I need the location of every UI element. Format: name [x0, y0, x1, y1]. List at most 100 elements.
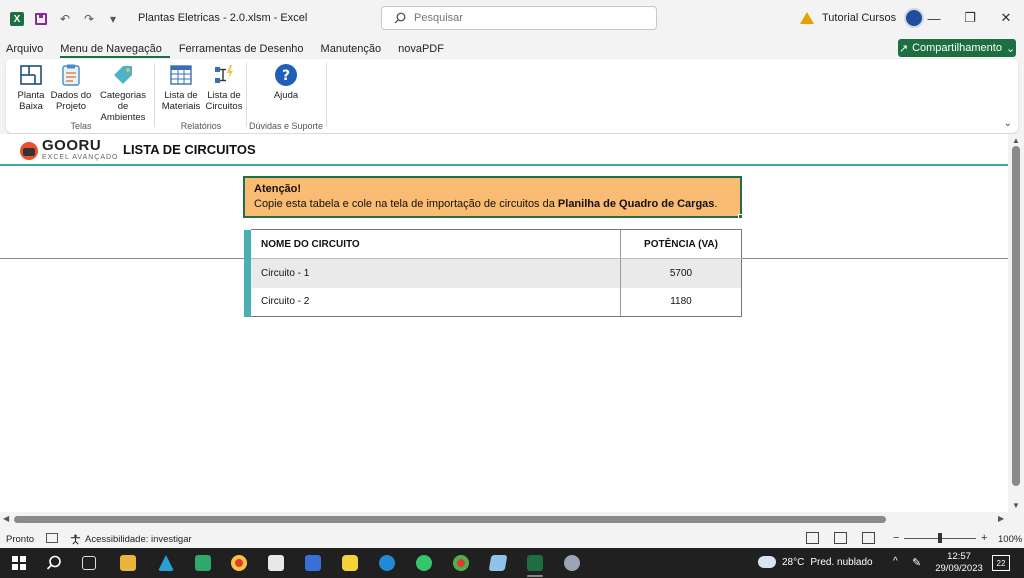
horizontal-scrollbar[interactable]: ◀ ▶	[0, 512, 1024, 528]
dados-do-projeto-button[interactable]: Dados do Projeto	[50, 63, 92, 112]
scroll-down-icon[interactable]: ▼	[1012, 501, 1020, 510]
share-button[interactable]: ↗ Compartilhamento ⌄	[898, 39, 1016, 57]
app-clapper-icon[interactable]	[305, 555, 321, 571]
normal-view-icon[interactable]	[806, 532, 819, 544]
app-yellow-icon[interactable]	[342, 555, 358, 571]
title-bar: X ↶ ↷ ▾ Plantas Eletricas - 2.0.xlsm - E…	[0, 0, 1024, 38]
planta-baixa-label-2: Baixa	[19, 101, 43, 112]
tab-arquivo[interactable]: Arquivo	[6, 43, 51, 58]
logo-subtitle: EXCEL AVANÇADO	[42, 154, 119, 161]
pen-icon[interactable]: ✎	[912, 556, 921, 569]
scroll-left-icon[interactable]: ◀	[3, 514, 9, 523]
accessibility-status[interactable]: Acessibilidade: investigar	[70, 534, 192, 545]
lista-de-materiais-button[interactable]: Lista de Materiais	[162, 63, 200, 112]
app-notebook-icon[interactable]	[488, 555, 508, 571]
file-explorer-icon[interactable]	[120, 555, 136, 571]
ribbon-group-telas: Planta Baixa Dados do Projeto Categorias…	[10, 59, 152, 133]
save-icon[interactable]	[34, 12, 48, 26]
redo-icon[interactable]: ↷	[82, 12, 96, 26]
alert-text-after: .	[714, 198, 718, 210]
cloud-icon	[758, 556, 776, 568]
alert-text: Copie esta tabela e cole na tela de impo…	[254, 198, 731, 210]
worksheet[interactable]: GOORU EXCEL AVANÇADO LISTA DE CIRCUITOS …	[0, 134, 1008, 512]
help-icon: ?	[275, 64, 297, 86]
clock[interactable]: 12:57 29/09/2023	[934, 551, 984, 575]
alert-box[interactable]: Atenção! Copie esta tabela e cole na tel…	[243, 176, 743, 219]
horizontal-scroll-thumb[interactable]	[14, 516, 886, 523]
excel-taskbar-icon[interactable]	[527, 555, 543, 571]
categorias-de-ambientes-button[interactable]: Categorias de Ambientes	[94, 63, 152, 123]
zoom-in-button[interactable]: +	[981, 532, 987, 544]
tab-menu-de-navegacao[interactable]: Menu de Navegação	[60, 43, 170, 58]
categorias-label-1: Categorias de	[100, 90, 146, 112]
ribbon-group-relatorios: Lista de Materiais Lista de Circuitos Re…	[158, 59, 244, 133]
fill-handle[interactable]	[738, 214, 743, 219]
planta-baixa-label-1: Planta	[17, 90, 45, 101]
gooru-logo: GOORU EXCEL AVANÇADO	[20, 138, 119, 163]
warning-icon[interactable]	[800, 12, 814, 24]
zoom-slider-thumb[interactable]	[938, 533, 942, 543]
excel-logo-icon: X	[10, 12, 24, 26]
accessibility-icon	[70, 534, 81, 545]
customize-qat-icon[interactable]: ▾	[106, 12, 120, 26]
planta-baixa-button[interactable]: Planta Baixa	[14, 63, 48, 112]
undo-icon[interactable]: ↶	[58, 12, 72, 26]
chrome-profile-icon[interactable]	[453, 555, 469, 571]
close-button[interactable]: ✕	[996, 8, 1016, 28]
group-label-relatorios: Relatórios	[180, 121, 222, 131]
lista-circuitos-label-1: Lista de	[207, 90, 241, 101]
cell-circuit-power[interactable]: 1180	[620, 287, 742, 317]
lista-de-circuitos-button[interactable]: Lista de Circuitos	[204, 63, 244, 112]
ajuda-label: Ajuda	[273, 90, 299, 101]
vertical-scroll-thumb[interactable]	[1012, 146, 1020, 486]
search-icon[interactable]	[46, 555, 62, 571]
header-potencia[interactable]: POTÊNCIA (VA)	[620, 229, 742, 259]
tab-manutencao[interactable]: Manutenção	[321, 43, 390, 58]
page-layout-view-icon[interactable]	[834, 532, 847, 544]
app-document-icon[interactable]	[268, 555, 284, 571]
accent-bar	[244, 287, 251, 317]
scroll-up-icon[interactable]: ▲	[1012, 136, 1020, 145]
collapse-ribbon-icon[interactable]: ⌄	[1004, 118, 1012, 129]
avatar[interactable]	[904, 8, 925, 28]
app-settings-icon[interactable]	[564, 555, 580, 571]
page-break-view-icon[interactable]	[862, 532, 875, 544]
whatsapp-icon[interactable]	[416, 555, 432, 571]
header-nome[interactable]: NOME DO CIRCUITO	[251, 229, 621, 259]
tab-ferramentas-de-desenho[interactable]: Ferramentas de Desenho	[179, 43, 312, 58]
ribbon-group-duvidas: ? Ajuda Dúvidas e Suporte	[248, 59, 324, 133]
taskbar: 28°C Pred. nublado ^ ✎ 12:57 29/09/2023 …	[0, 548, 1024, 578]
chrome-icon[interactable]	[231, 555, 247, 571]
search-box[interactable]	[381, 6, 657, 30]
tab-novapdf[interactable]: novaPDF	[398, 43, 452, 58]
ajuda-button[interactable]: ? Ajuda	[270, 63, 302, 101]
edge-icon[interactable]	[379, 555, 395, 571]
minimize-button[interactable]: —	[924, 8, 944, 28]
cell-circuit-power[interactable]: 5700	[620, 258, 742, 288]
circuits-table: NOME DO CIRCUITO POTÊNCIA (VA) Circuito …	[244, 229, 742, 317]
app-triangle-icon[interactable]	[158, 555, 174, 571]
title-divider	[0, 164, 1008, 166]
user-name[interactable]: Tutorial Cursos	[822, 12, 896, 24]
tray-expand-icon[interactable]: ^	[893, 556, 898, 567]
chevron-down-icon: ⌄	[1005, 42, 1016, 55]
notifications-icon[interactable]: 22	[992, 555, 1010, 571]
windows-start-icon[interactable]	[12, 556, 26, 570]
search-input[interactable]	[414, 12, 634, 24]
task-view-icon[interactable]	[82, 556, 96, 570]
weather-widget[interactable]: 28°C Pred. nublado	[758, 556, 873, 568]
app-green-icon[interactable]	[195, 555, 211, 571]
weather-text: Pred. nublado	[810, 556, 873, 568]
scroll-right-icon[interactable]: ▶	[998, 514, 1004, 523]
maximize-button[interactable]: ❐	[960, 8, 980, 28]
tag-icon	[114, 66, 132, 84]
svg-text:?: ?	[282, 68, 290, 84]
clock-time: 12:57	[947, 551, 971, 562]
macro-record-icon[interactable]	[46, 533, 58, 543]
cell-circuit-name[interactable]: Circuito - 1	[251, 258, 621, 288]
cell-circuit-name[interactable]: Circuito - 2	[251, 287, 621, 317]
alert-text-before: Copie esta tabela e cole na tela de impo…	[254, 198, 558, 210]
vertical-scrollbar[interactable]: ▲ ▼	[1008, 134, 1024, 512]
zoom-level[interactable]: 100%	[998, 534, 1022, 545]
zoom-out-button[interactable]: −	[893, 532, 899, 544]
